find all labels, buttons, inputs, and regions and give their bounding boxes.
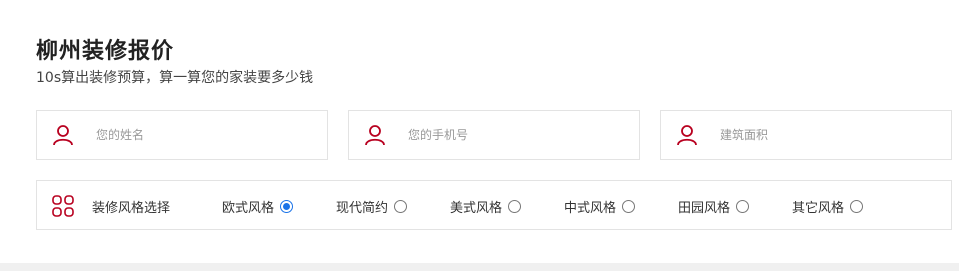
- option-label: 中式风格: [564, 201, 617, 216]
- radio-button[interactable]: [280, 200, 294, 213]
- area-input[interactable]: [720, 120, 920, 150]
- style-option-modern[interactable]: 现代简约: [336, 197, 408, 216]
- radio-button[interactable]: [736, 200, 750, 213]
- name-input[interactable]: [96, 120, 296, 150]
- grid-icon: [52, 195, 74, 217]
- style-option-european[interactable]: 欧式风格: [222, 197, 294, 216]
- style-selector: 装修风格选择 欧式风格 现代简约 美式风格 中式风格 田园风格 其它风格: [36, 180, 952, 230]
- style-option-pastoral[interactable]: 田园风格: [678, 197, 750, 216]
- phone-field[interactable]: [348, 110, 640, 160]
- option-label: 现代简约: [336, 201, 389, 216]
- page-title: 柳州装修报价: [36, 39, 175, 64]
- radio-button[interactable]: [508, 200, 522, 213]
- radio-button[interactable]: [850, 200, 864, 213]
- user-icon: [677, 125, 697, 146]
- user-icon: [53, 125, 73, 146]
- option-label: 美式风格: [450, 201, 503, 216]
- phone-input[interactable]: [408, 120, 608, 150]
- name-field[interactable]: [36, 110, 328, 160]
- option-label: 欧式风格: [222, 201, 275, 216]
- radio-button[interactable]: [622, 200, 636, 213]
- user-icon: [365, 125, 385, 146]
- area-field[interactable]: [660, 110, 952, 160]
- quote-page: 柳州装修报价 10s算出装修预算，算一算您的家装要多少钱 装修风格选择: [0, 0, 959, 271]
- option-label: 田园风格: [678, 201, 731, 216]
- style-option-american[interactable]: 美式风格: [450, 197, 522, 216]
- style-option-chinese[interactable]: 中式风格: [564, 197, 636, 216]
- bottom-divider: [0, 263, 959, 271]
- style-label: 装修风格选择: [92, 201, 171, 216]
- style-option-other[interactable]: 其它风格: [792, 197, 864, 216]
- radio-button[interactable]: [394, 200, 408, 213]
- option-label: 其它风格: [792, 201, 845, 216]
- page-subtitle: 10s算出装修预算，算一算您的家装要多少钱: [36, 70, 314, 86]
